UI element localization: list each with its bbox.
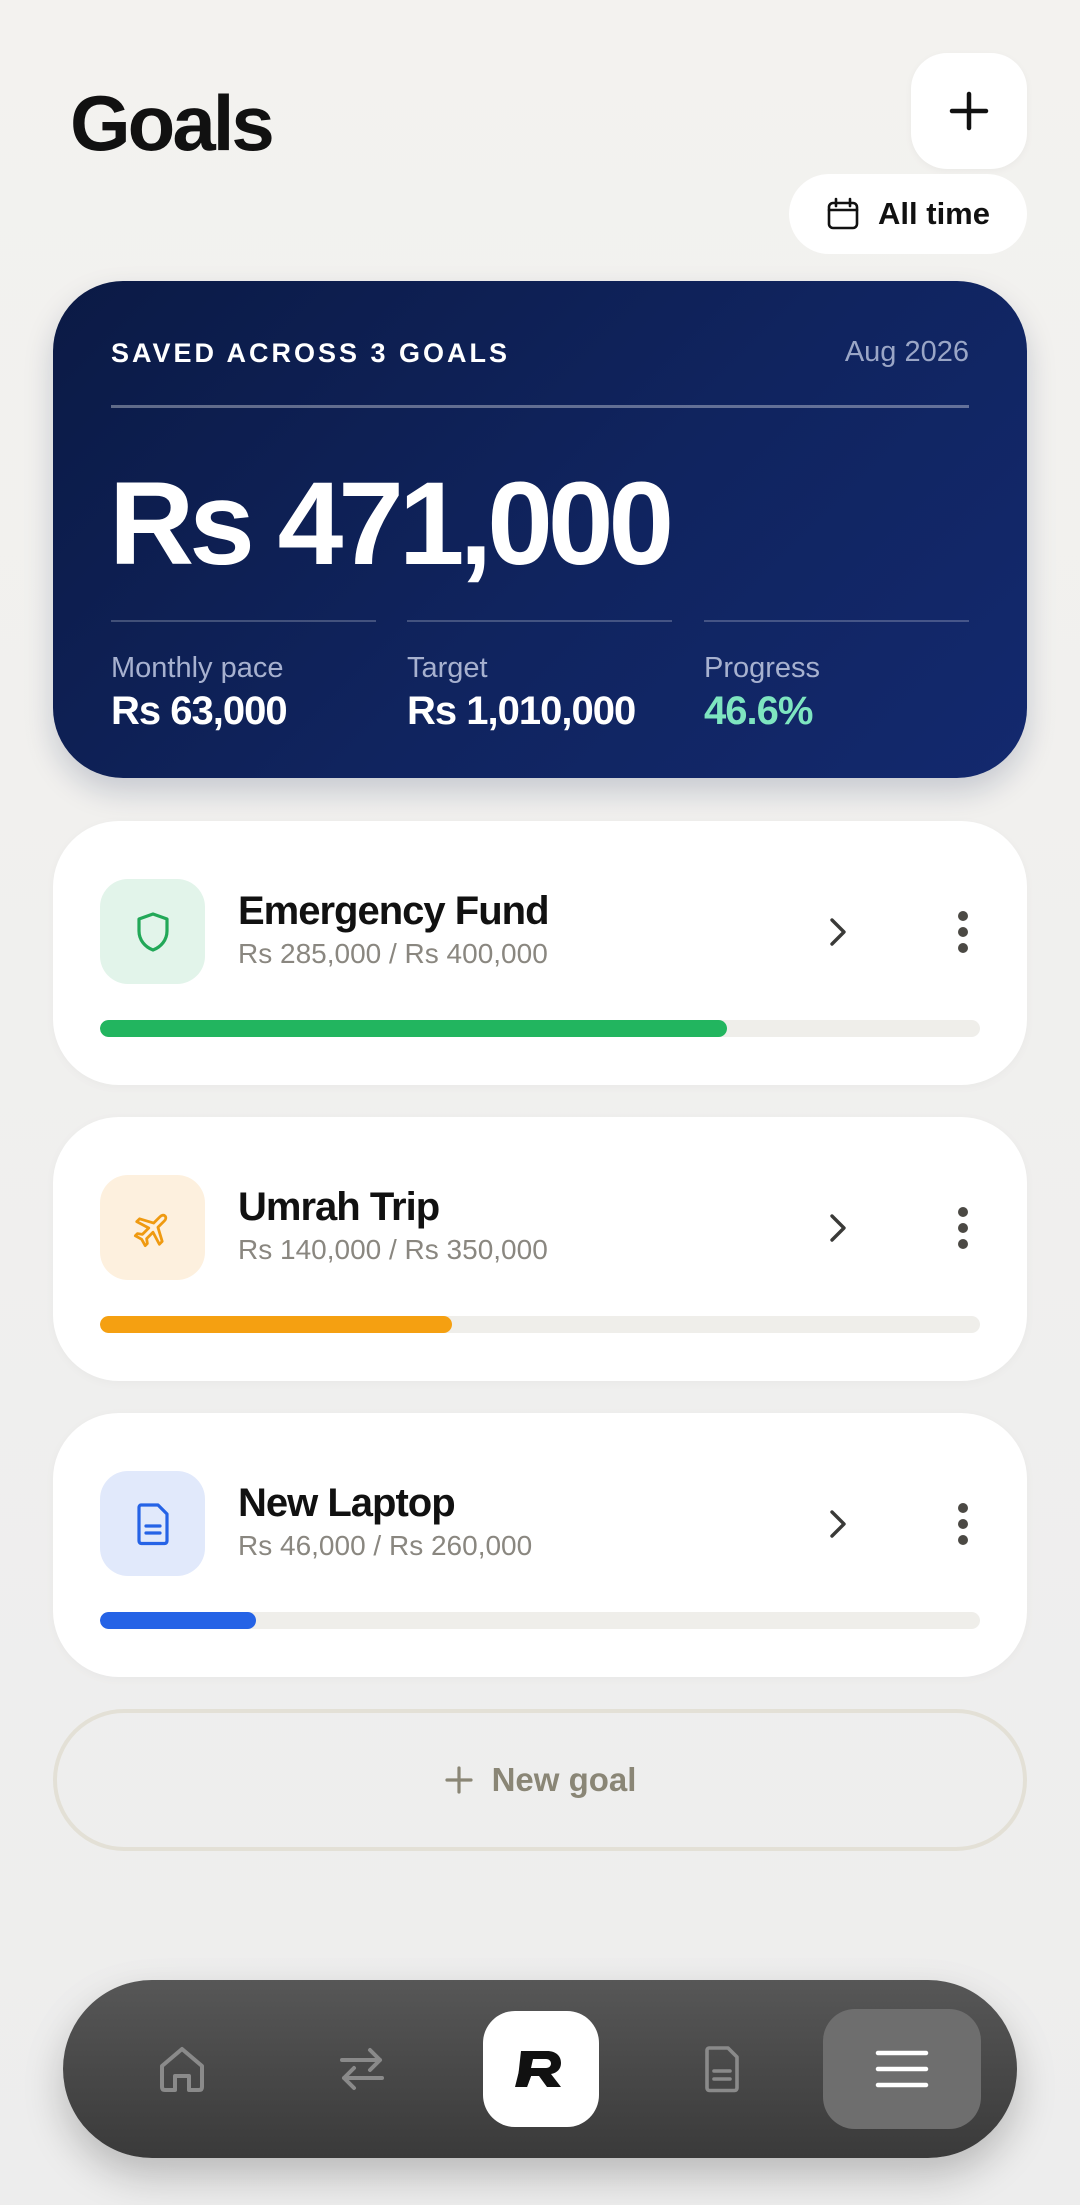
nav-menu[interactable] xyxy=(823,2009,981,2129)
goal-icon-tile xyxy=(100,1471,205,1576)
goal-name: New Laptop xyxy=(238,1481,456,1525)
goal-progress-bar xyxy=(100,1020,980,1037)
document-icon xyxy=(705,2046,739,2093)
goal-options-button[interactable] xyxy=(938,907,988,957)
plus-icon xyxy=(949,91,989,131)
goal-options-button[interactable] xyxy=(938,1203,988,1253)
more-vertical-icon xyxy=(958,1503,968,1545)
stat-label: Monthly pace xyxy=(111,652,284,684)
goal-card-new-laptop[interactable]: New Laptop Rs 46,000 / Rs 260,000 xyxy=(53,1413,1027,1677)
stat-progress: Progress 46.6% xyxy=(704,620,969,734)
goal-options-button[interactable] xyxy=(938,1499,988,1549)
goal-amounts: Rs 140,000 / Rs 350,000 xyxy=(238,1234,548,1265)
period-filter-label: All time xyxy=(878,196,990,231)
nav-transfers[interactable] xyxy=(303,2010,421,2128)
nav-home[interactable] xyxy=(123,2010,241,2128)
goal-name: Emergency Fund xyxy=(238,889,550,933)
nav-documents[interactable] xyxy=(663,2010,781,2128)
total-saved-amount: Rs 471,000 xyxy=(109,458,674,590)
stat-value: 46.6% xyxy=(704,689,813,733)
goal-progress-fill xyxy=(100,1020,727,1037)
stat-label: Target xyxy=(407,652,488,684)
open-goal-button[interactable] xyxy=(813,907,863,957)
chevron-right-icon xyxy=(830,1510,846,1538)
page-title: Goals xyxy=(70,79,275,167)
period-filter-button[interactable]: All time xyxy=(789,174,1027,254)
goal-icon-tile xyxy=(100,879,205,984)
goal-name: Umrah Trip xyxy=(238,1185,440,1229)
home-icon xyxy=(160,2047,204,2092)
plus-icon xyxy=(444,1766,473,1794)
goal-icon-tile xyxy=(100,1175,205,1280)
goal-progress-bar xyxy=(100,1612,980,1629)
goal-amounts: Rs 46,000 / Rs 260,000 xyxy=(238,1530,533,1561)
open-goal-button[interactable] xyxy=(813,1499,863,1549)
more-vertical-icon xyxy=(958,911,968,953)
add-goal-button[interactable] xyxy=(911,53,1027,169)
menu-icon xyxy=(875,2050,929,2088)
more-vertical-icon xyxy=(958,1207,968,1249)
bottom-navigation xyxy=(63,1980,1017,2158)
summary-date: Aug 2026 xyxy=(844,336,969,368)
divider xyxy=(407,620,672,622)
stat-label: Progress xyxy=(704,652,821,684)
document-icon xyxy=(136,1502,169,1545)
goal-progress-bar xyxy=(100,1316,980,1333)
goal-progress-fill xyxy=(100,1612,256,1629)
stat-monthly-pace: Monthly pace Rs 63,000 xyxy=(111,620,376,734)
chevron-right-icon xyxy=(830,1214,846,1242)
savings-summary-card: SAVED ACROSS 3 GOALS Aug 2026 Rs 471,000… xyxy=(53,281,1027,778)
goal-amounts: Rs 285,000 / Rs 400,000 xyxy=(238,938,548,969)
goal-progress-fill xyxy=(100,1316,452,1333)
divider xyxy=(111,405,969,408)
chevron-right-icon xyxy=(830,918,846,946)
transfer-icon xyxy=(340,2048,384,2090)
stat-value: Rs 63,000 xyxy=(111,689,288,733)
new-goal-label: New goal xyxy=(491,1761,637,1798)
brand-logo xyxy=(515,2051,561,2087)
divider xyxy=(704,620,969,622)
calendar-icon xyxy=(827,197,859,230)
open-goal-button[interactable] xyxy=(813,1203,863,1253)
goal-card-emergency-fund[interactable]: Emergency Fund Rs 285,000 / Rs 400,000 xyxy=(53,821,1027,1085)
stat-value: Rs 1,010,000 xyxy=(407,689,636,733)
stat-target: Target Rs 1,010,000 xyxy=(407,620,672,734)
summary-label: SAVED ACROSS 3 GOALS xyxy=(111,338,511,368)
nav-home-brand[interactable] xyxy=(483,2011,599,2127)
airplane-icon xyxy=(133,1213,167,1247)
divider xyxy=(111,620,376,622)
shield-icon xyxy=(136,911,169,952)
goal-card-umrah-trip[interactable]: Umrah Trip Rs 140,000 / Rs 350,000 xyxy=(53,1117,1027,1381)
new-goal-button[interactable]: New goal xyxy=(53,1709,1027,1851)
